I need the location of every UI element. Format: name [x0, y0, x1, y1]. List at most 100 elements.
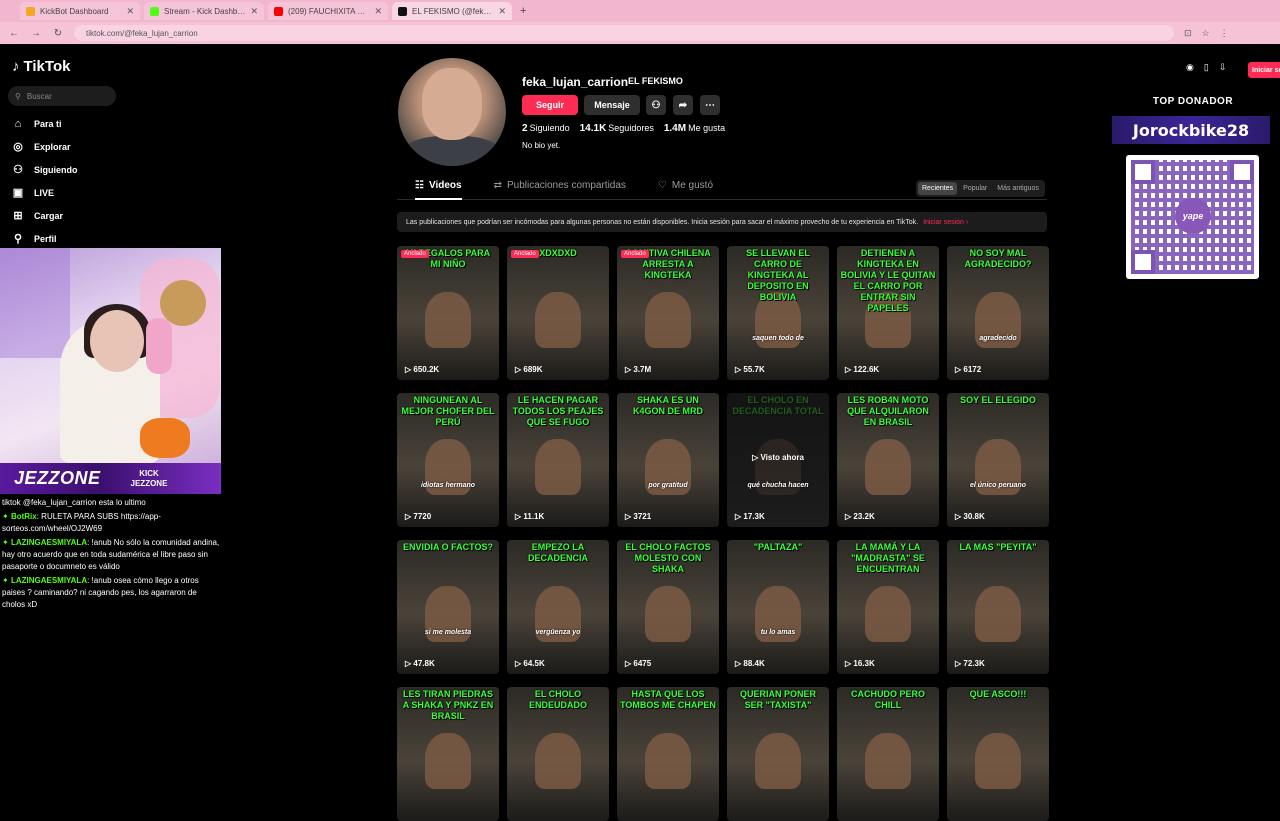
video-card[interactable]: LE HACEN PAGAR TODOS LOS PEAJES QUE SE F…	[507, 393, 609, 527]
new-tab-icon[interactable]: +	[520, 5, 526, 17]
streamer-webcam	[0, 248, 221, 494]
back-icon[interactable]: ←	[8, 28, 20, 39]
sidebar-item-para-ti[interactable]: ⌂ Para ti	[12, 112, 78, 135]
login-button[interactable]: Iniciar se	[1248, 62, 1280, 78]
video-card[interactable]: LES ROB4N MOTO QUE ALQUILARON EN BRASIL ▷…	[837, 393, 939, 527]
video-card[interactable]: SE LLEVAN EL CARRO DE KINGTEKA AL DEPOSI…	[727, 246, 829, 380]
sidebar-item-cargar[interactable]: ⊞ Cargar	[12, 204, 78, 227]
followers-label: Seguidores	[608, 123, 654, 133]
chat-username[interactable]: BotRix	[11, 512, 37, 521]
followers-stat[interactable]: 14.1K Seguidores	[580, 123, 654, 134]
suggest-accounts-icon[interactable]: ⚇	[646, 95, 666, 115]
video-card[interactable]: DETIENEN A KINGTEKA EN BOLIVIA Y LE QUIT…	[837, 246, 939, 380]
video-card[interactable]: ENVIDIA O FACTOS? si me molesta ▷ 47.8K	[397, 540, 499, 674]
video-card[interactable]: MI REGALOS PARA MI NIÑO Anclado ▷ 650.2K	[397, 246, 499, 380]
chat-message: ✦ LAZINGAESMIYALA: !anub osea cómo llego…	[2, 575, 220, 611]
video-caption: saquen todo de	[752, 335, 804, 342]
video-card[interactable]: SHAKA ES UN K4GON DE MRD por gratitud ▷ 37…	[617, 393, 719, 527]
forward-icon[interactable]: →	[30, 28, 42, 39]
video-overlay-text: DETIENEN A KINGTEKA EN BOLIVIA Y LE QUIT…	[840, 248, 936, 313]
sidebar-item-live[interactable]: ▣ LIVE	[12, 181, 78, 204]
reload-icon[interactable]: ↻	[52, 28, 64, 39]
tab-reposts[interactable]: ⇄ Publicaciones compartidas	[494, 180, 626, 200]
video-thumbnail-figure	[645, 292, 691, 348]
video-grid: MI REGALOS PARA MI NIÑO Anclado ▷ 650.2K XD…	[397, 246, 1049, 821]
tab-liked[interactable]: ♡ Me gustó	[658, 180, 713, 200]
tiktok-logo[interactable]: ♪ TikTok	[12, 58, 70, 75]
video-views: ▷ 88.4K	[735, 659, 765, 668]
video-overlay-text: LA MAMÁ Y LA "MADRASTA" SE ENCUENTRAN	[851, 542, 925, 574]
tab-close-icon[interactable]: ✕	[126, 6, 134, 17]
profile-avatar[interactable]	[398, 58, 506, 166]
chat-username[interactable]: LAZINGAESMIYALA	[11, 538, 87, 547]
webcam-lamp	[0, 248, 70, 358]
video-card[interactable]: NINGUNEAN AL MEJOR CHOFER DEL PERÚ idiota…	[397, 393, 499, 527]
extension-icon[interactable]: ⊡	[1184, 28, 1192, 39]
sidebar-item-perfil[interactable]: ⚲ Perfil	[12, 227, 78, 250]
message-button[interactable]: Mensaje	[584, 95, 640, 115]
browser-tab[interactable]: Stream - Kick Dashboard ✕	[144, 2, 264, 20]
video-views: ▷ 17.3K	[735, 512, 765, 521]
sort-oldest[interactable]: Más antiguos	[993, 182, 1043, 195]
tab-close-icon[interactable]: ✕	[498, 6, 506, 17]
video-views-count: 122.6K	[853, 365, 880, 374]
sidebar-item-explorar[interactable]: ◎ Explorar	[12, 135, 78, 158]
tab-videos[interactable]: ☷ Videos	[415, 180, 462, 200]
video-card[interactable]: NO SOY MAL AGRADECIDO? agradecido ▷ 6172	[947, 246, 1049, 380]
more-options-icon[interactable]: ⋯	[700, 95, 720, 115]
browser-tab[interactable]: EL FEKISMO (@feka_lujan ✕	[392, 2, 512, 20]
video-views-count: 55.7K	[743, 365, 765, 374]
notice-login-link[interactable]: Iniciar sesión ›	[923, 219, 968, 226]
browser-tab[interactable]: KickBot Dashboard ✕	[20, 2, 140, 20]
video-overlay-text: SOY EL ELEGIDO	[960, 395, 1036, 405]
video-card[interactable]: EL CHOLO EN DECADENCIA TOTAL qué chucha h…	[727, 393, 829, 527]
video-card[interactable]: "PALTAZA" tu lo amas ▷ 88.4K	[727, 540, 829, 674]
video-card[interactable]: LA MAMÁ Y LA "MADRASTA" SE ENCUENTRAN ▷ 1…	[837, 540, 939, 674]
video-views: ▷ 6172	[955, 365, 981, 374]
top-donor-name: Jorockbike28	[1112, 116, 1270, 144]
sort-recent[interactable]: Recientes	[918, 182, 958, 195]
video-card[interactable]: EMPEZO LA DECADENCIA vergüenza yo ▷ 64.5K	[507, 540, 609, 674]
following-stat[interactable]: 2 Siguiendo	[522, 123, 570, 134]
webcam-orange-plush	[140, 418, 190, 458]
video-card[interactable]: CACHUDO PERO CHILL	[837, 687, 939, 821]
video-overlay-text: SHAKA ES UN K4GON DE MRD	[632, 395, 703, 416]
chat-username[interactable]: LAZINGAESMIYALA	[11, 576, 87, 585]
sort-selector: Recientes Popular Más antiguos	[916, 180, 1045, 197]
browser-tab[interactable]: (209) FAUCHIXITA CONFIRMA C ✕	[268, 2, 388, 20]
coins-icon[interactable]: ◉	[1186, 62, 1194, 73]
tab-close-icon[interactable]: ✕	[374, 6, 382, 17]
video-card[interactable]: XDXDXD Anclado ▷ 689K	[507, 246, 609, 380]
share-icon[interactable]: ➦	[673, 95, 693, 115]
tab-reposts-label: Publicaciones compartidas	[506, 180, 626, 191]
video-views-count: 23.2K	[853, 512, 875, 521]
video-caption: agradecido	[979, 335, 1017, 342]
device-icon[interactable]: ▯	[1204, 62, 1209, 73]
video-overlay-text: LA MAS "PEYITA"	[959, 542, 1037, 552]
video-views: ▷ 30.8K	[955, 512, 985, 521]
chat-badge-icon: ✦	[2, 512, 11, 521]
video-card[interactable]: LES TIRAN PIEDRAS A SHAKA Y PNKZ EN BRAS…	[397, 687, 499, 821]
notice-text: Las publicaciones que podrían ser incómo…	[406, 218, 919, 226]
video-views-count: 72.3K	[963, 659, 985, 668]
menu-icon[interactable]: ⋮	[1220, 28, 1229, 39]
pinned-badge: Anclado	[621, 250, 649, 258]
video-card[interactable]: COMITIVA CHILENA ARRESTA A KINGTEKA Ancla…	[617, 246, 719, 380]
video-card[interactable]: EL CHOLO FACTOS MOLESTO CON SHAKA ▷ 6475	[617, 540, 719, 674]
url-field[interactable]: tiktok.com/@feka_lujan_carrion	[74, 25, 1174, 41]
video-views-count: 7720	[413, 512, 432, 521]
sort-popular[interactable]: Popular	[959, 182, 991, 195]
chat-badge-icon: ✦	[2, 576, 11, 585]
search-input[interactable]: ⚲ Buscar	[8, 86, 116, 106]
video-card[interactable]: SOY EL ELEGIDO el único peruano ▷ 30.8K	[947, 393, 1049, 527]
video-card[interactable]: HASTA QUE LOS TOMBOS ME CHAPEN	[617, 687, 719, 821]
sidebar-item-siguiendo[interactable]: ⚇ Siguiendo	[12, 158, 77, 181]
video-card[interactable]: EL CHOLO ENDEUDADO	[507, 687, 609, 821]
follow-button[interactable]: Seguir	[522, 95, 578, 115]
tab-close-icon[interactable]: ✕	[250, 6, 258, 17]
bookmark-icon[interactable]: ☆	[1202, 28, 1210, 39]
download-icon[interactable]: ⇩	[1219, 62, 1227, 73]
video-card[interactable]: QUE ASCO!!!	[947, 687, 1049, 821]
video-card[interactable]: QUERIAN PONER SER "TAXISTA"	[727, 687, 829, 821]
video-card[interactable]: LA MAS "PEYITA" ▷ 72.3K	[947, 540, 1049, 674]
